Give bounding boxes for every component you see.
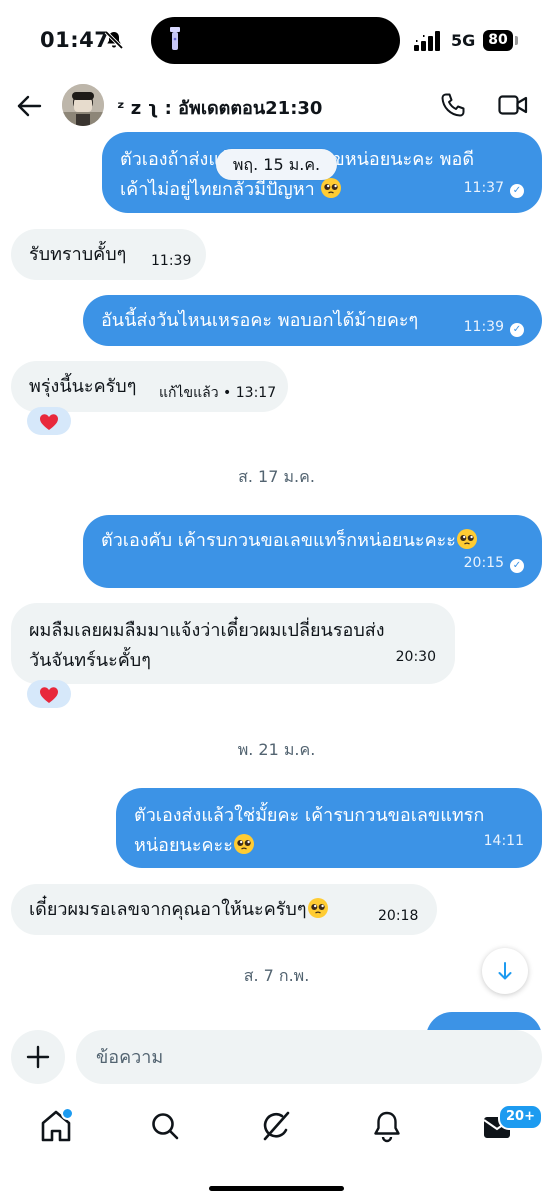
pleading-face-emoji-icon	[456, 529, 477, 549]
message-meta: แก้ไขแล้ว • 13:17	[159, 385, 277, 401]
date-separator: ส. 7 ก.พ.	[243, 966, 310, 985]
avatar[interactable]	[62, 84, 104, 126]
message-bubble-incoming[interactable]: ผมลืมเลยผมลืมมาแจ้งว่าเดี๋ยวผมเปลี่ยนรอบ…	[11, 603, 455, 684]
chat-title[interactable]: ᶻ z ʅ : อัพเดตตอน21:30	[117, 93, 322, 122]
pleading-face-emoji-icon	[307, 898, 328, 918]
message-time: 14:11	[483, 833, 524, 849]
search-icon[interactable]	[145, 1106, 185, 1146]
back-arrow-icon[interactable]	[16, 94, 42, 118]
read-check-icon: ✓	[510, 559, 524, 573]
read-check-icon: ✓	[510, 323, 524, 337]
message-time: 20:18	[378, 908, 419, 924]
message-text: รับทราบคั้บๆ	[29, 244, 127, 265]
reaction-badge[interactable]	[27, 407, 71, 435]
edited-label: แก้ไขแล้ว	[159, 385, 219, 401]
chat-header: ᶻ z ʅ : อัพเดตตอน21:30	[0, 80, 553, 132]
phone-icon[interactable]	[440, 92, 466, 118]
message-text: ตัวเองส่งแล้วใช่มั้ยคะ เค้ารบกวนขอเลขแทร…	[134, 805, 485, 826]
message-text: ผมลืมเลยผมลืมมาแจ้งว่าเดี๋ยวผมเปลี่ยนรอบ…	[29, 620, 385, 641]
message-bubble-incoming[interactable]: เดี๋ยวผมรอเลขจากคุณอาให้นะครับๆ 20:18	[11, 884, 437, 935]
video-call-icon[interactable]	[498, 94, 528, 116]
message-list[interactable]: ตัวเองถ้าส่งแล้วรบกวนส่งเลขหน่อยนะคะ พอด…	[0, 132, 553, 1030]
reaction-badge[interactable]	[27, 680, 71, 708]
add-attachment-button[interactable]	[11, 1030, 65, 1084]
bottom-tab-bar: 20+	[0, 1100, 553, 1160]
message-meta: 20:15 ✓	[464, 548, 524, 578]
message-text: อันนี้ส่งวันไหนเหรอคะ พอบอกได้ม้ายคะๆ	[101, 310, 419, 331]
message-time: 13:17	[235, 385, 277, 401]
message-bubble-outgoing[interactable]: ตัวเองคับ เค้ารบกวนขอเลขแทร็กหน่อยนะคะะ …	[83, 515, 542, 588]
battery-tip	[515, 36, 518, 45]
message-meta: 11:39 ✓	[464, 312, 524, 342]
messages-unread-badge: 20+	[498, 1104, 543, 1130]
composer	[0, 1030, 553, 1092]
flashlight-icon	[170, 27, 180, 50]
message-text: หน่อยนะคะะ	[134, 831, 542, 861]
message-time: 20:30	[395, 649, 436, 665]
date-separator: พ. 21 ม.ค.	[237, 740, 316, 759]
message-bubble-outgoing[interactable]: อันนี้ส่งวันไหนเหรอคะ พอบอกได้ม้ายคะๆ 11…	[83, 295, 542, 346]
grok-icon[interactable]	[256, 1106, 296, 1146]
message-bubble-outgoing-partial[interactable]	[426, 1012, 542, 1030]
dynamic-island	[151, 17, 400, 64]
heart-reaction-icon	[40, 413, 58, 430]
read-check-icon: ✓	[510, 184, 524, 198]
avatar-image	[62, 84, 104, 126]
floating-date-pill: พฤ. 15 ม.ค.	[216, 149, 337, 180]
pleading-face-emoji-icon	[321, 178, 342, 198]
home-indicator	[209, 1186, 344, 1191]
heart-reaction-icon	[40, 686, 58, 703]
message-time: 11:39	[151, 253, 192, 269]
home-notification-dot	[61, 1107, 74, 1120]
message-bubble-incoming[interactable]: พรุ่งนี้นะครับๆ แก้ไขแล้ว • 13:17	[11, 361, 288, 412]
message-bubble-incoming[interactable]: รับทราบคั้บๆ 11:39	[11, 229, 206, 280]
message-text: เดี๋ยวผมรอเลขจากคุณอาให้นะครับๆ	[29, 898, 329, 920]
signal-icon	[414, 31, 440, 51]
scroll-to-bottom-button[interactable]	[482, 948, 528, 994]
pleading-face-emoji-icon	[233, 834, 254, 854]
notifications-bell-icon[interactable]	[367, 1106, 407, 1146]
battery-icon: 80	[483, 30, 513, 51]
status-bar: 01:47 5G 80	[0, 0, 553, 80]
date-separator: ส. 17 ม.ค.	[238, 467, 315, 486]
status-time: 01:47	[40, 28, 110, 52]
network-type: 5G	[451, 31, 476, 50]
message-bubble-outgoing[interactable]: ตัวเองส่งแล้วใช่มั้ยคะ เค้ารบกวนขอเลขแทร…	[116, 788, 542, 868]
bell-off-icon	[104, 30, 124, 50]
message-text: พรุ่งนี้นะครับๆ	[29, 376, 137, 397]
plus-icon	[26, 1045, 50, 1069]
message-input[interactable]	[76, 1030, 542, 1084]
message-text: วันจันทร์นะคั้บๆ	[29, 650, 151, 671]
message-meta: 11:37 ✓	[464, 173, 524, 203]
arrow-down-icon	[498, 962, 512, 980]
